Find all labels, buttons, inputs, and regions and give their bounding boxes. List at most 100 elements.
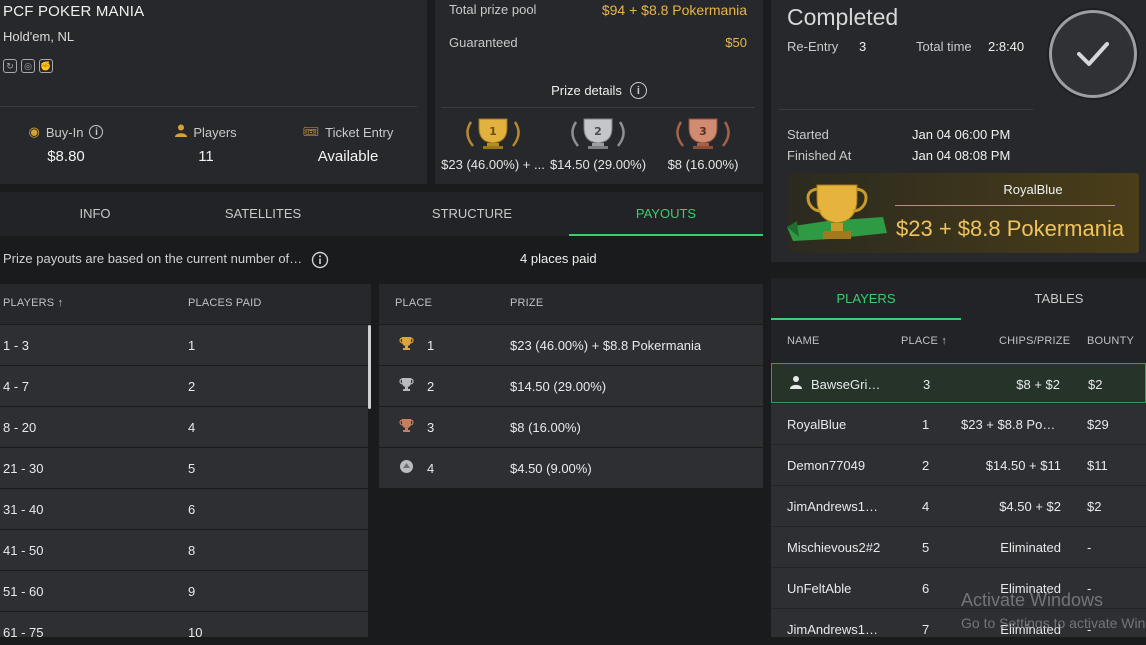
players-range: 51 - 60 (3, 584, 44, 599)
tab-satellites[interactable]: SATELLITES (168, 192, 358, 236)
payout-note: Prize payouts are based on the current n… (3, 251, 305, 266)
prize-details-label: Prize details (551, 83, 622, 98)
place-column-header[interactable]: PLACE ↑ (901, 335, 947, 347)
player-bounty: $29 (1087, 417, 1109, 432)
players-column-header[interactable]: PLAYERS ↑ (3, 297, 63, 309)
player-name: JimAndrews1234 (787, 499, 882, 514)
player-name: BawseGrinder (811, 377, 883, 392)
places-paid-count: 9 (188, 584, 196, 599)
players-range: 41 - 50 (3, 543, 44, 558)
players-range: 1 - 3 (3, 338, 30, 353)
prize-pool-value: $94 + $8.8 Pokermania (601, 2, 747, 18)
activation-watermark-text: Go to Settings to activate Windows. (961, 615, 1146, 631)
started-value: Jan 04 06:00 PM (912, 127, 1011, 142)
info-icon[interactable]: i (629, 82, 647, 99)
player-name: Mischievous2#2 (787, 540, 881, 555)
players-range: 4 - 7 (3, 379, 30, 394)
player-row[interactable]: Demon77049 2 $14.50 + $11 $11 (771, 445, 1146, 485)
info-icon[interactable] (311, 251, 329, 269)
table-row: 1 $23 (46.00%) + $8.8 Pokermania (379, 325, 763, 365)
total-time-value: 2:8:40 (988, 39, 1025, 54)
tab-players[interactable]: PLAYERS (771, 278, 961, 320)
divider (0, 106, 417, 107)
place-number: 2 (594, 125, 602, 138)
silver-trophy-icon: 2 (571, 118, 625, 149)
ticket-label: Ticket Entry (325, 124, 394, 140)
prize-column-header: PRIZE (510, 297, 544, 309)
player-chips-prize: Eliminated (1000, 540, 1061, 555)
table-row: 1 - 3 1 (0, 325, 368, 365)
prize-amount: $14.50 (29.00%) (510, 379, 607, 394)
player-row[interactable]: Mischievous2#2 5 Eliminated - (771, 527, 1146, 567)
trophy-first: 1 $23 (46.00%) + ... (439, 116, 547, 172)
chip-icon: ◉ (28, 124, 40, 139)
tab-payouts[interactable]: PAYOUTS (569, 192, 763, 236)
winner-trophy-icon (787, 184, 887, 241)
player-place: 2 (922, 458, 930, 473)
prize-details[interactable]: Prize details i (435, 82, 763, 99)
trophy-amount: $14.50 (29.00%) (549, 157, 647, 172)
prize-amount: $8 (16.00%) (510, 420, 581, 435)
players-stat: Players 11 (170, 124, 242, 165)
info-icon[interactable]: i (89, 125, 104, 139)
table-row: 31 - 40 6 (0, 489, 368, 529)
ticket-entry-stat: 🎟 Ticket Entry Available (302, 124, 394, 165)
winner-banner: RoyalBlue $23 + $8.8 Pokermania (787, 173, 1139, 253)
player-chips-prize: $23 + $8.8 Pokermania (961, 417, 1061, 432)
tab-info[interactable]: INFO (0, 192, 190, 236)
player-row[interactable]: JimAndrews1234 4 $4.50 + $2 $2 (771, 486, 1146, 526)
players-range: 8 - 20 (3, 420, 37, 435)
place-column-header: PLACE (395, 297, 433, 309)
players-label: Players (193, 124, 237, 140)
player-place: 6 (922, 581, 930, 596)
gold-trophy-icon (399, 336, 414, 354)
player-place: 4 (922, 499, 930, 514)
winner-name: RoyalBlue (1003, 182, 1063, 197)
player-chips-prize: $4.50 + $2 (999, 499, 1061, 514)
place-number: 1 (427, 338, 435, 353)
tab-tables[interactable]: TABLES (964, 278, 1146, 320)
ticket-icon: 🎟 (302, 124, 320, 139)
table-row: 41 - 50 8 (0, 530, 368, 570)
place-number: 4 (427, 461, 435, 476)
bounty-column-header: BOUNTY (1087, 335, 1135, 347)
game-type: Hold'em, NL (3, 29, 75, 44)
table-row: 4 $4.50 (9.00%) (379, 448, 763, 488)
person-icon (175, 124, 188, 140)
buy-in-stat: ◉ Buy-In i $8.80 (24, 124, 108, 165)
total-time-label: Total time (916, 39, 972, 54)
divider (441, 107, 755, 108)
buy-in-label: Buy-In (45, 124, 84, 140)
ticket-value: Available (317, 148, 379, 165)
player-row[interactable]: RoyalBlue 1 $23 + $8.8 Pokermania $29 (771, 404, 1146, 444)
places-paid-column-header: PLACES PAID (188, 297, 262, 309)
tab-structure[interactable]: STRUCTURE (377, 192, 567, 236)
player-row-self[interactable]: BawseGrinder 3 $8 + $2 $2 (771, 363, 1146, 403)
table-row: 51 - 60 9 (0, 571, 368, 611)
silver-trophy-icon (399, 377, 414, 395)
chips-prize-column-header: CHIPS/PRIZE (999, 335, 1071, 347)
status-summary-panel: Completed Re-Entry 3 Total time 2:8:40 S… (771, 0, 1146, 262)
place-number: 2 (427, 379, 435, 394)
medal-icon (399, 459, 414, 477)
places-paid-count: 2 (188, 379, 196, 394)
trophy-amount: $23 (46.00%) + ... (441, 157, 545, 172)
tournament-name: PCF POKER MANIA (3, 3, 145, 20)
places-paid-count: 6 (188, 502, 196, 517)
target-icon: ◎ (21, 59, 35, 73)
player-place: 5 (922, 540, 930, 555)
scrollbar[interactable] (368, 325, 371, 409)
player-place: 1 (922, 417, 930, 432)
payout-prize-header: PLACE PRIZE (379, 284, 763, 324)
players-table-header: NAME PLACE ↑ CHIPS/PRIZE BOUNTY (771, 322, 1146, 362)
guaranteed-value: $50 (725, 35, 747, 50)
tab-bar: INFO SATELLITES STRUCTURE PAYOUTS (0, 192, 763, 236)
trophy-second: 2 $14.50 (29.00%) (544, 116, 652, 172)
player-chips-prize: $8 + $2 (1016, 377, 1060, 392)
bottom-bar (0, 637, 1146, 645)
places-paid-count: 5 (188, 461, 196, 476)
players-range: 31 - 40 (3, 502, 44, 517)
started-label: Started (787, 127, 829, 142)
gold-trophy-icon: 1 (466, 118, 520, 149)
player-bounty: $2 (1087, 499, 1102, 514)
